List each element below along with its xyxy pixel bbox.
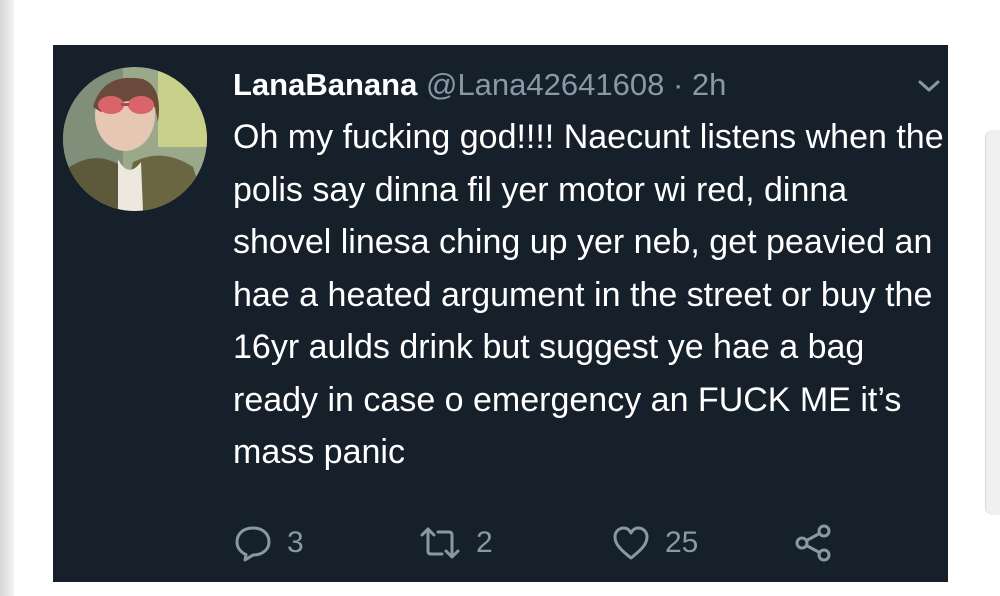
tweet-card[interactable]: LanaBanana @Lana42641608 · 2h Oh my fuck… [53, 45, 948, 582]
retweet-icon [418, 523, 462, 563]
retweet-count: 2 [476, 526, 493, 559]
screen-edge-left [0, 0, 14, 596]
tweet-header: LanaBanana @Lana42641608 · 2h [233, 63, 726, 107]
share-icon [793, 523, 833, 563]
timestamp[interactable]: 2h [692, 67, 726, 102]
like-count: 25 [665, 526, 699, 559]
separator-dot: · [672, 67, 684, 102]
like-button[interactable]: 25 [611, 521, 698, 565]
chevron-down-icon[interactable] [916, 75, 942, 97]
side-panel-handle[interactable] [985, 130, 1000, 515]
tweet-text: Oh my fucking god!!!! Naecunt listens wh… [233, 118, 944, 471]
heart-icon [611, 523, 651, 563]
share-button[interactable] [793, 521, 833, 565]
reply-icon [233, 523, 273, 563]
reply-count: 3 [287, 526, 304, 559]
action-bar: 3 2 25 [233, 521, 853, 565]
retweet-button[interactable]: 2 [418, 521, 493, 565]
reply-button[interactable]: 3 [233, 521, 304, 565]
display-name[interactable]: LanaBanana [233, 67, 417, 102]
avatar[interactable] [63, 67, 207, 211]
handle[interactable]: @Lana42641608 [426, 67, 664, 102]
